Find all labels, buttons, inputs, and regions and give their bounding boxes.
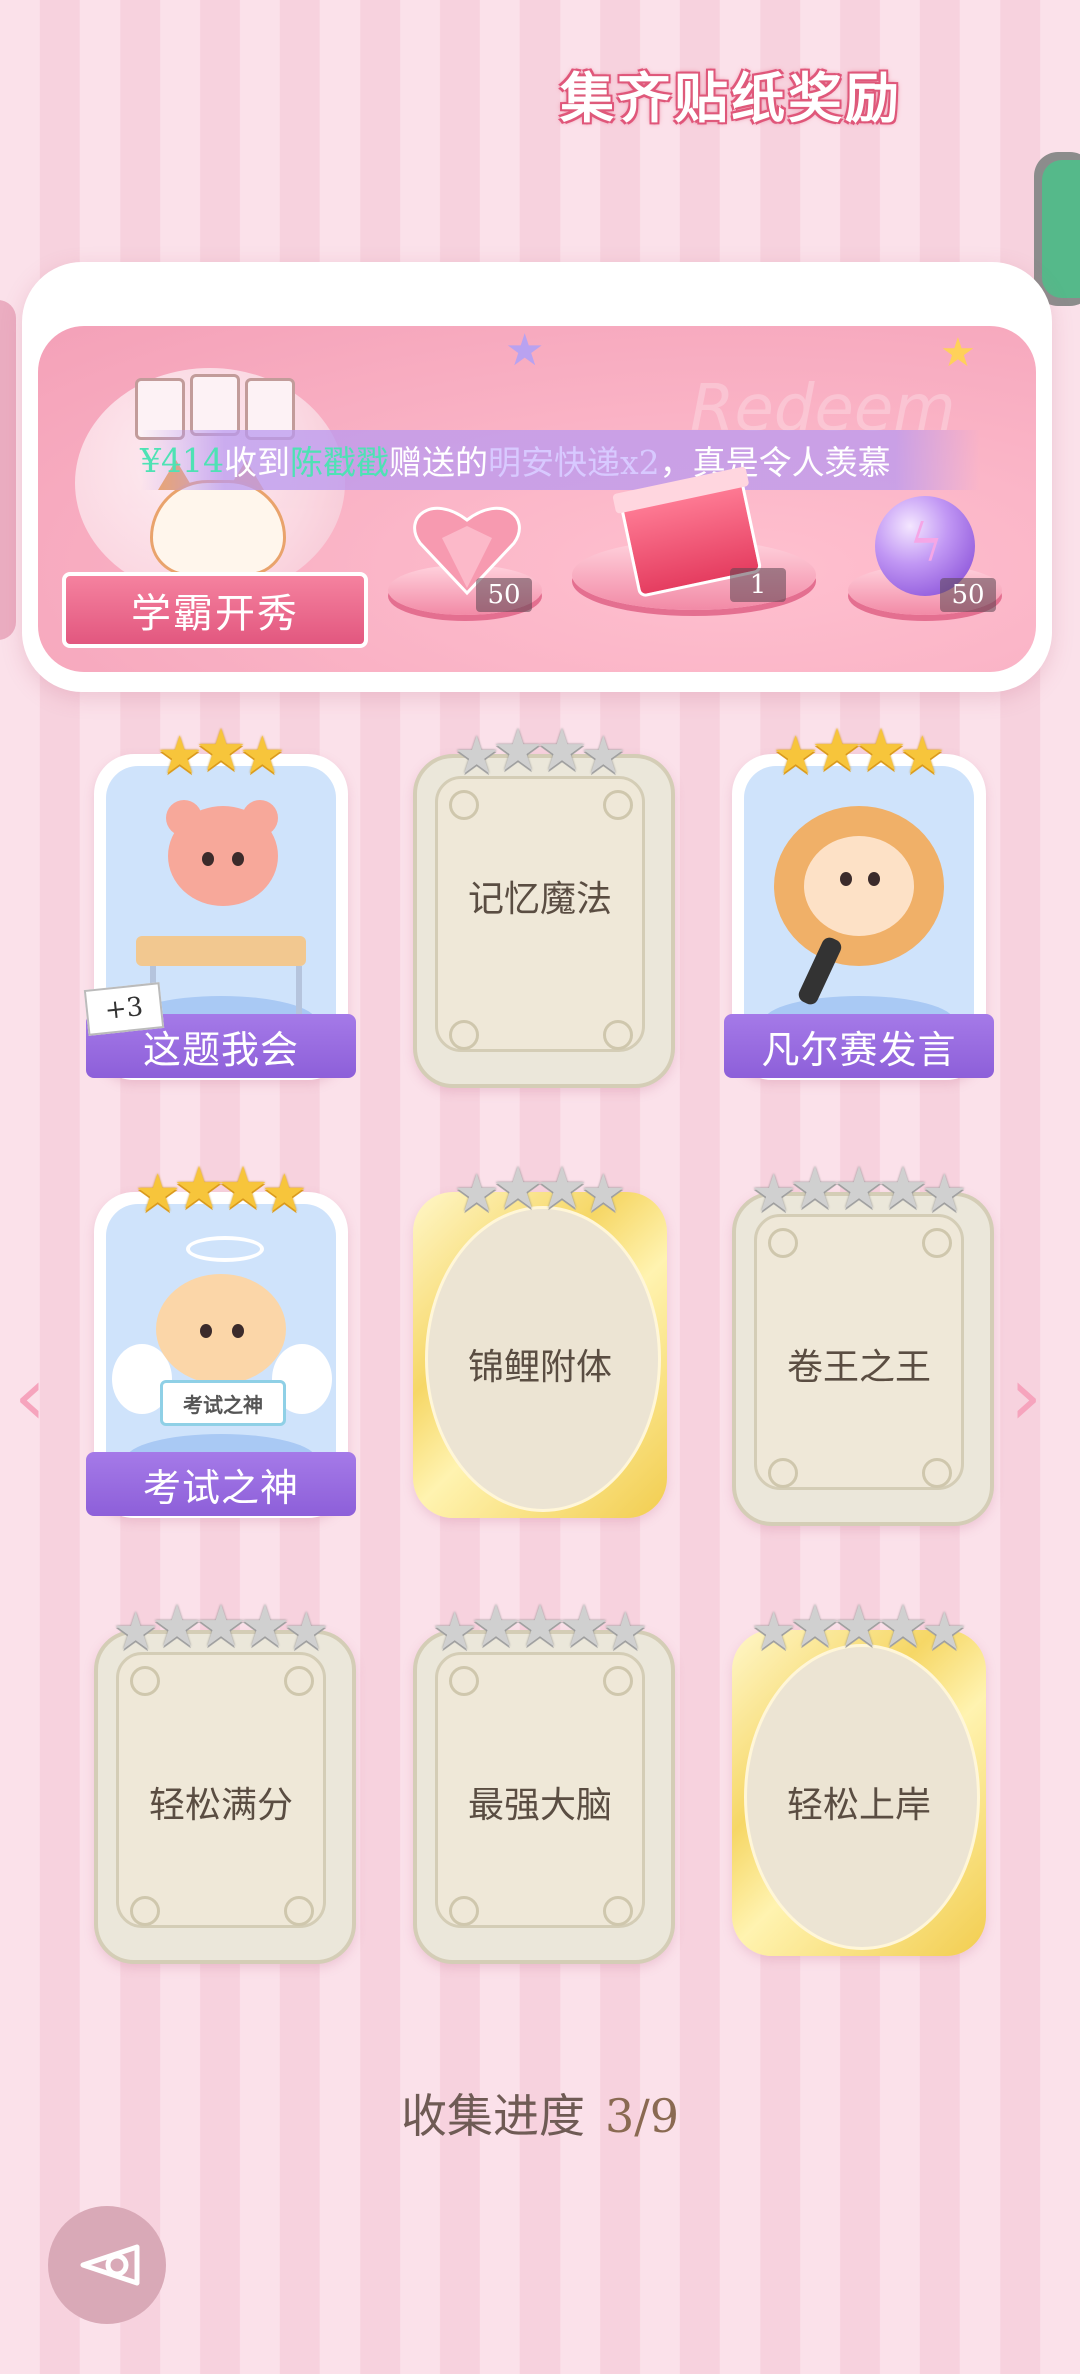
frame-ornament: [284, 1666, 314, 1696]
sticker-card[interactable]: ★ ★ ★ ★ 记忆魔法: [413, 721, 675, 1088]
frame-ornament: [449, 790, 479, 820]
gift-ticker: ¥414 收到 陈戳戳 赠送的 明安快递x2 ，真是令人羡慕: [140, 430, 980, 490]
sticker-card[interactable]: ★ ★ ★ ★ ★ 轻松上岸: [732, 1597, 986, 1956]
star-filled-icon: ★: [261, 1164, 308, 1224]
eye: [202, 852, 214, 866]
card-name: 凡尔赛发言: [724, 1014, 994, 1078]
desk-icon: [136, 936, 306, 966]
card-name: 考试之神: [86, 1452, 356, 1516]
back-button[interactable]: [48, 2206, 166, 2324]
ticker-text: 赠送的: [388, 443, 488, 482]
reward-count: 50: [940, 578, 996, 612]
frame-ornament: [603, 1020, 633, 1050]
sticker-card[interactable]: ★ ★ ★ ★ 锦鲤附体: [413, 1159, 667, 1518]
star-empty-icon: ★: [921, 1164, 968, 1224]
sticker-card[interactable]: ★ ★ ★ ★ ★ 最强大脑: [413, 1597, 675, 1964]
card-stars: ★ ★ ★ ★: [413, 1159, 667, 1224]
progress-label: 收集进度: [400, 2089, 585, 2143]
frame-ornament: [768, 1458, 798, 1488]
frame-ornament: [449, 1896, 479, 1926]
ribbon-label: 学霸开秀: [131, 591, 299, 637]
star-filled-icon: ★: [239, 726, 286, 786]
frame-ornament: [922, 1228, 952, 1258]
progress-value: 3/9: [604, 2089, 680, 2143]
reward-count: 50: [476, 578, 532, 612]
bolt-icon: ϟ: [909, 514, 944, 574]
sticker-card[interactable]: ★ ★ ★ +3 这题我会: [83, 721, 356, 1080]
chat-icon: [1042, 160, 1080, 298]
eye: [200, 1324, 212, 1338]
back-arrow-icon: [80, 2244, 140, 2286]
star-decoration-icon: ★: [505, 325, 545, 376]
card-stars: ★ ★ ★ ★: [413, 721, 667, 786]
card-stars: ★ ★ ★ ★ ★: [413, 1597, 667, 1662]
star-filled-icon: ★: [899, 726, 946, 786]
count-badge: +3: [83, 982, 165, 1036]
card-name: 最强大脑: [467, 1785, 612, 1826]
card-name: 轻松满分: [148, 1785, 293, 1826]
exam-god-sign: 考试之神: [160, 1380, 286, 1426]
frame-ornament: [449, 1666, 479, 1696]
cat-mascot-icon: [150, 480, 286, 576]
star-empty-icon: ★: [921, 1602, 968, 1662]
angel-cat-icon: [156, 1274, 286, 1384]
lion-face: [804, 836, 914, 936]
card-stars: ★ ★ ★: [94, 721, 348, 786]
sticker-card[interactable]: ★ ★ ★ ★ 凡尔赛发言: [724, 721, 994, 1080]
card-stars: ★ ★ ★ ★: [732, 721, 986, 786]
right-chat-widget[interactable]: [1034, 152, 1080, 306]
frame-ornament: [603, 1896, 633, 1926]
card-name: 卷王之王: [786, 1347, 931, 1388]
ticker-text: 收到: [223, 443, 290, 482]
collection-progress: 收集进度 3/9: [0, 2080, 1080, 2146]
bear-mascot-icon: [168, 806, 278, 906]
eye: [840, 872, 852, 886]
left-side-tab[interactable]: [0, 300, 16, 640]
sticker-card[interactable]: ★ ★ ★ ★ ★ 轻松满分: [94, 1597, 356, 1964]
card-name: 记忆魔法: [467, 879, 612, 920]
frame-ornament: [922, 1458, 952, 1488]
frame-ornament: [284, 1896, 314, 1926]
frame-ornament: [603, 790, 633, 820]
card-stars: ★ ★ ★ ★ ★: [732, 1597, 986, 1662]
ticker-prefix: ¥414: [140, 440, 224, 480]
star-empty-icon: ★: [283, 1602, 330, 1662]
ticker-gift: 明安快递x2: [487, 443, 660, 482]
halo-icon: [186, 1236, 264, 1262]
sticker-card[interactable]: ★ ★ ★ ★ ★ 卷王之王: [732, 1159, 994, 1526]
ticker-sender: 陈戳戳: [289, 443, 389, 482]
card-name: 锦鲤附体: [467, 1347, 612, 1388]
frame-ornament: [603, 1666, 633, 1696]
star-empty-icon: ★: [580, 726, 627, 786]
star-decoration-icon: ★: [940, 330, 976, 376]
star-empty-icon: ★: [580, 1164, 627, 1224]
star-empty-icon: ★: [602, 1602, 649, 1662]
eye: [868, 872, 880, 886]
frame-ornament: [130, 1896, 160, 1926]
next-page-arrow-icon[interactable]: ›: [1010, 1350, 1042, 1443]
frame-ornament: [768, 1228, 798, 1258]
study-show-ribbon[interactable]: 学霸开秀: [62, 572, 368, 648]
card-name: 轻松上岸: [786, 1785, 931, 1826]
frame-ornament: [130, 1666, 160, 1696]
eye: [232, 1324, 244, 1338]
banner-title: 集齐贴纸奖励: [560, 66, 902, 130]
card-stars: ★ ★ ★ ★: [94, 1159, 348, 1224]
frame-ornament: [449, 1020, 479, 1050]
reward-count: 1: [730, 568, 786, 602]
eye: [232, 852, 244, 866]
card-stars: ★ ★ ★ ★ ★: [732, 1159, 986, 1224]
paper-sign-icon: [190, 374, 240, 436]
sticker-card[interactable]: 考试之神 ★ ★ ★ ★ 考试之神: [86, 1159, 356, 1518]
card-stars: ★ ★ ★ ★ ★: [94, 1597, 348, 1662]
prev-page-arrow-icon[interactable]: ‹: [14, 1350, 46, 1443]
